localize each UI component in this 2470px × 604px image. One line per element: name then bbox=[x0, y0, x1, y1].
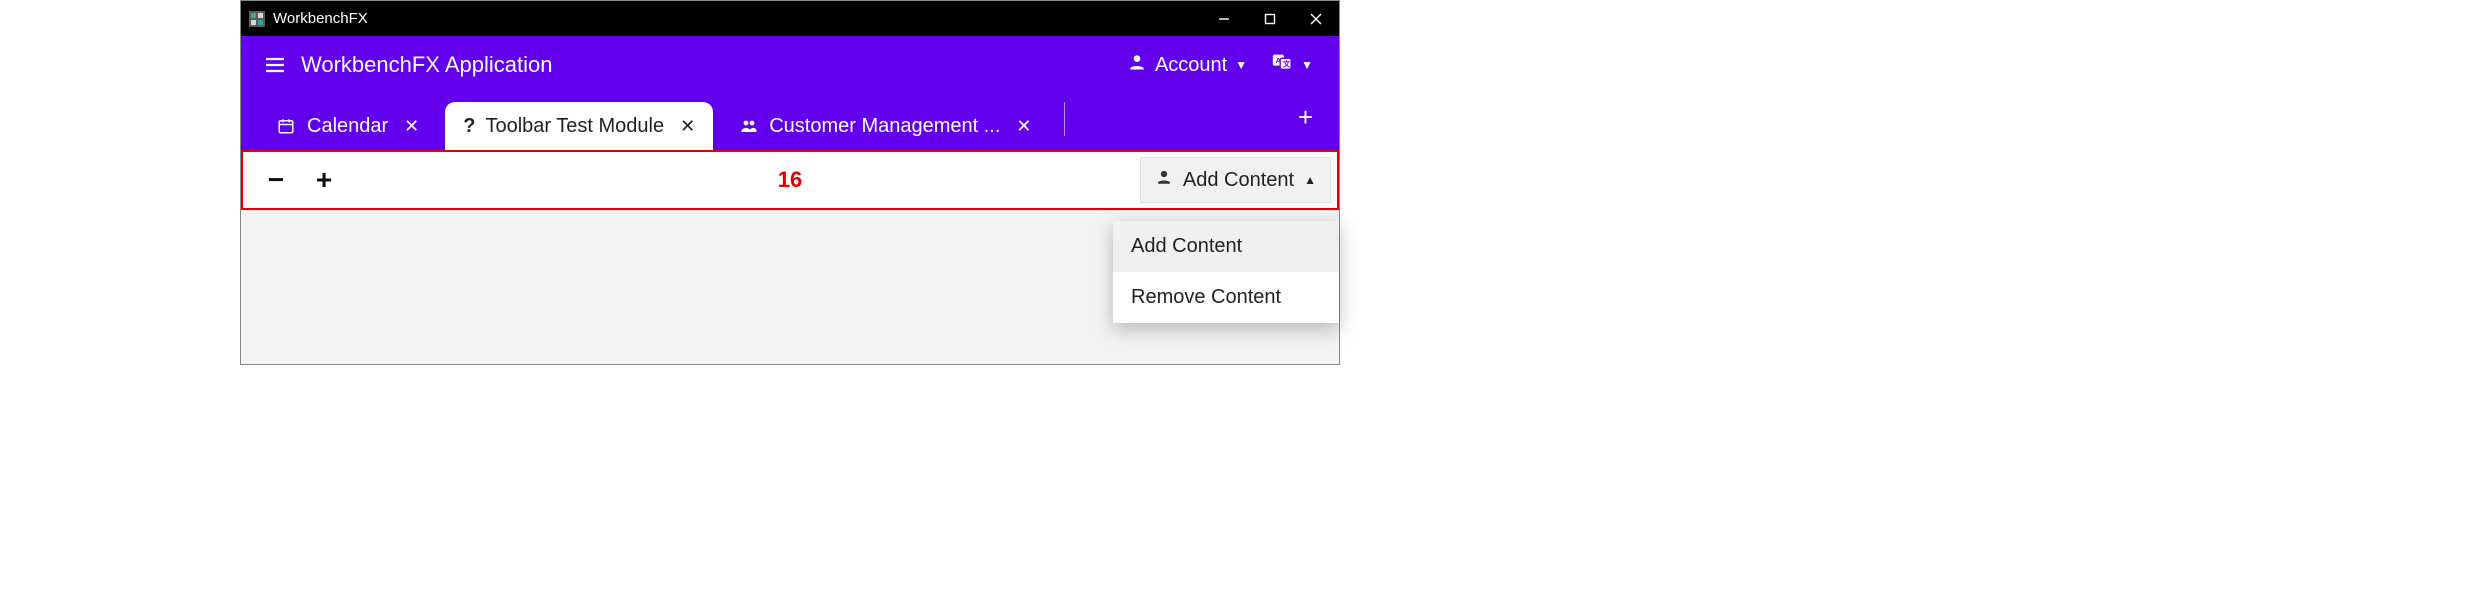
add-content-label: Add Content bbox=[1183, 169, 1294, 192]
account-menu[interactable]: Account ▼ bbox=[1115, 52, 1259, 78]
window-title: WorkbenchFX bbox=[273, 10, 368, 27]
app-title: WorkbenchFX Application bbox=[301, 52, 553, 78]
dropdown-item-label: Add Content bbox=[1131, 235, 1242, 257]
translate-icon: A文 bbox=[1271, 51, 1293, 79]
person-solid-icon bbox=[1155, 168, 1173, 192]
add-tab-button[interactable]: + bbox=[1284, 102, 1327, 143]
question-icon: ? bbox=[463, 115, 475, 138]
tab-label: Toolbar Test Module bbox=[485, 115, 664, 138]
account-label: Account bbox=[1155, 54, 1227, 77]
tab-label: Customer Management ... bbox=[769, 115, 1000, 138]
dropdown-item-remove-content[interactable]: Remove Content bbox=[1113, 272, 1339, 323]
dropdown-item-label: Remove Content bbox=[1131, 286, 1281, 308]
dropdown-item-add-content[interactable]: Add Content bbox=[1113, 221, 1339, 272]
people-icon bbox=[739, 117, 759, 135]
tab-toolbar-test-module[interactable]: ? Toolbar Test Module ✕ bbox=[445, 102, 713, 150]
window-maximize-button[interactable] bbox=[1247, 1, 1293, 36]
tab-close-button[interactable]: ✕ bbox=[404, 116, 419, 137]
language-menu[interactable]: A文 ▼ bbox=[1259, 51, 1325, 79]
svg-text:文: 文 bbox=[1282, 60, 1291, 69]
tab-calendar[interactable]: Calendar ✕ bbox=[259, 102, 437, 150]
caret-down-icon: ▼ bbox=[1235, 58, 1247, 72]
svg-text:A: A bbox=[1276, 56, 1282, 65]
caret-up-icon: ▲ bbox=[1304, 173, 1316, 187]
caret-down-icon: ▼ bbox=[1301, 58, 1313, 72]
tab-customer-management[interactable]: Customer Management ... ✕ bbox=[721, 102, 1049, 150]
add-content-dropdown-menu: Add Content Remove Content bbox=[1113, 221, 1339, 323]
add-content-dropdown-button[interactable]: Add Content ▲ bbox=[1140, 157, 1331, 203]
increment-button[interactable]: + bbox=[309, 164, 339, 196]
tab-label: Calendar bbox=[307, 115, 388, 138]
person-icon bbox=[1127, 52, 1147, 78]
calendar-icon bbox=[277, 117, 297, 135]
app-header: WorkbenchFX Application Account ▼ A文 ▼ bbox=[241, 36, 1339, 94]
menu-button[interactable] bbox=[255, 53, 295, 77]
module-toolbar: − + 16 Add Content ▲ bbox=[241, 150, 1339, 210]
window-titlebar: WorkbenchFX bbox=[241, 1, 1339, 36]
tabs-row: Calendar ✕ ? Toolbar Test Module ✕ Custo… bbox=[241, 94, 1339, 150]
window-minimize-button[interactable] bbox=[1201, 1, 1247, 36]
app-window: WorkbenchFX WorkbenchFX Application bbox=[240, 0, 1340, 365]
app-icon bbox=[249, 11, 265, 27]
decrement-button[interactable]: − bbox=[261, 164, 291, 196]
tab-separator bbox=[1064, 102, 1065, 136]
window-close-button[interactable] bbox=[1293, 1, 1339, 36]
tab-close-button[interactable]: ✕ bbox=[680, 116, 695, 137]
tab-close-button[interactable]: ✕ bbox=[1016, 116, 1031, 137]
